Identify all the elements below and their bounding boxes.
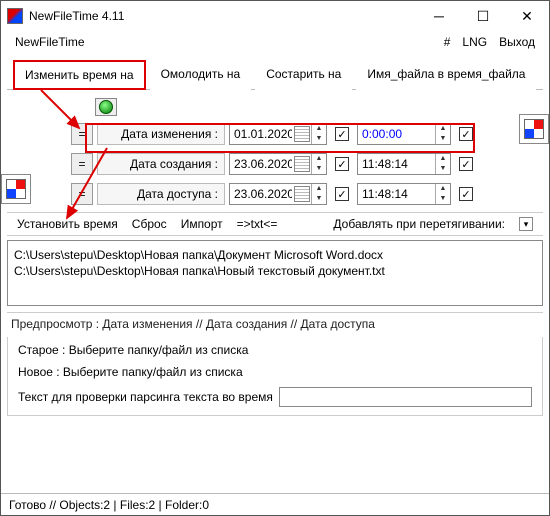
tab-make-older[interactable]: Состарить на [255,60,352,90]
time-spinner[interactable]: ▲▼ [435,184,450,204]
minimize-button[interactable]: ─ [417,2,461,30]
parse-test-input[interactable] [279,387,532,407]
tab-make-younger[interactable]: Омолодить на [150,60,252,90]
checkbox-date-modified[interactable]: ✓ [335,127,349,141]
checkbox-time-created[interactable]: ✓ [459,157,473,171]
date-spinner[interactable]: ▲▼ [311,154,326,174]
checkbox-time-accessed[interactable]: ✓ [459,187,473,201]
row-accessed: = Дата доступа : ▲▼ ✓ ▲▼ ✓ [11,180,539,208]
refresh-button[interactable] [95,98,117,116]
status-bar: Готово // Objects:2 | Files:2 | Folder:0 [1,493,549,515]
clock-grid-icon [524,119,544,139]
preview-panel: Старое : Выберите папку/файл из списка Н… [7,337,543,416]
time-input-created[interactable]: ▲▼ [357,153,451,175]
time-input-modified[interactable]: ▲▼ [357,123,451,145]
date-spinner[interactable]: ▲▼ [311,124,326,144]
date-spinner[interactable]: ▲▼ [311,184,326,204]
drag-mode-label: Добавлять при перетягивании: [333,217,505,231]
equal-button-modified[interactable]: = [71,123,93,145]
equal-button-accessed[interactable]: = [71,183,93,205]
apply-time-icon-button-top[interactable] [519,114,549,144]
date-input-created[interactable]: ▲▼ [229,153,327,175]
date-field-accessed[interactable] [230,185,292,203]
equal-button-created[interactable]: = [71,153,93,175]
date-input-accessed[interactable]: ▲▼ [229,183,327,205]
apply-time-icon-button-left[interactable] [1,174,31,204]
file-list-item[interactable]: C:\Users\stepu\Desktop\Новая папка\Докум… [14,247,536,263]
reset-button[interactable]: Сброс [132,217,167,231]
drag-mode-dropdown-icon[interactable]: ▾ [519,217,533,231]
preview-header: Предпросмотр : Дата изменения // Дата со… [7,312,543,335]
exit-menu[interactable]: Выход [493,33,541,51]
maximize-button[interactable]: ☐ [461,2,505,30]
time-field-modified[interactable] [358,125,420,143]
date-input-modified[interactable]: ▲▼ [229,123,327,145]
date-field-created[interactable] [230,155,292,173]
parse-test-label: Текст для проверки парсинга текста во вр… [18,390,273,404]
time-field-created[interactable] [358,155,420,173]
app-icon [7,8,23,24]
action-toolbar: Установить время Сброс Импорт =>txt<= До… [7,212,543,236]
window-title: NewFileTime 4.11 [29,9,417,23]
time-spinner[interactable]: ▲▼ [435,124,450,144]
checkbox-date-created[interactable]: ✓ [335,157,349,171]
calendar-icon[interactable] [294,186,310,202]
top-menu: NewFileTime # LNG Выход [1,31,549,53]
main-panel: = Дата изменения : ▲▼ ✓ ▲▼ ✓ = Дата созд… [1,90,549,208]
calendar-icon[interactable] [294,156,310,172]
tab-change-time[interactable]: Изменить время на [13,60,146,90]
row-modified: = Дата изменения : ▲▼ ✓ ▲▼ ✓ [11,120,539,148]
time-spinner[interactable]: ▲▼ [435,154,450,174]
label-accessed: Дата доступа : [97,183,225,205]
preview-new-line: Новое : Выберите папку/файл из списка [18,365,532,379]
clock-grid-icon [6,179,26,199]
date-field-modified[interactable] [230,125,292,143]
lng-menu[interactable]: LNG [456,33,493,51]
titlebar: NewFileTime 4.11 ─ ☐ ✕ [1,1,549,31]
import-button[interactable]: Импорт [181,217,223,231]
preview-old-line: Старое : Выберите папку/файл из списка [18,343,532,357]
calendar-icon[interactable] [294,126,310,142]
close-button[interactable]: ✕ [505,2,549,30]
txt-button[interactable]: =>txt<= [237,217,278,231]
label-modified: Дата изменения : [97,123,225,145]
set-time-button[interactable]: Установить время [17,217,118,231]
hash-menu[interactable]: # [438,33,457,51]
tabs: Изменить время на Омолодить на Состарить… [7,55,543,90]
label-created: Дата создания : [97,153,225,175]
file-list-item[interactable]: C:\Users\stepu\Desktop\Новая папка\Новый… [14,263,536,279]
refresh-icon [99,100,113,114]
time-field-accessed[interactable] [358,185,420,203]
time-input-accessed[interactable]: ▲▼ [357,183,451,205]
app-menu[interactable]: NewFileTime [9,33,91,51]
row-created: = Дата создания : ▲▼ ✓ ▲▼ ✓ [11,150,539,178]
tab-filename-to-time[interactable]: Имя_файла в время_файла [356,60,536,90]
file-list[interactable]: C:\Users\stepu\Desktop\Новая папка\Докум… [7,240,543,306]
checkbox-time-modified[interactable]: ✓ [459,127,473,141]
checkbox-date-accessed[interactable]: ✓ [335,187,349,201]
